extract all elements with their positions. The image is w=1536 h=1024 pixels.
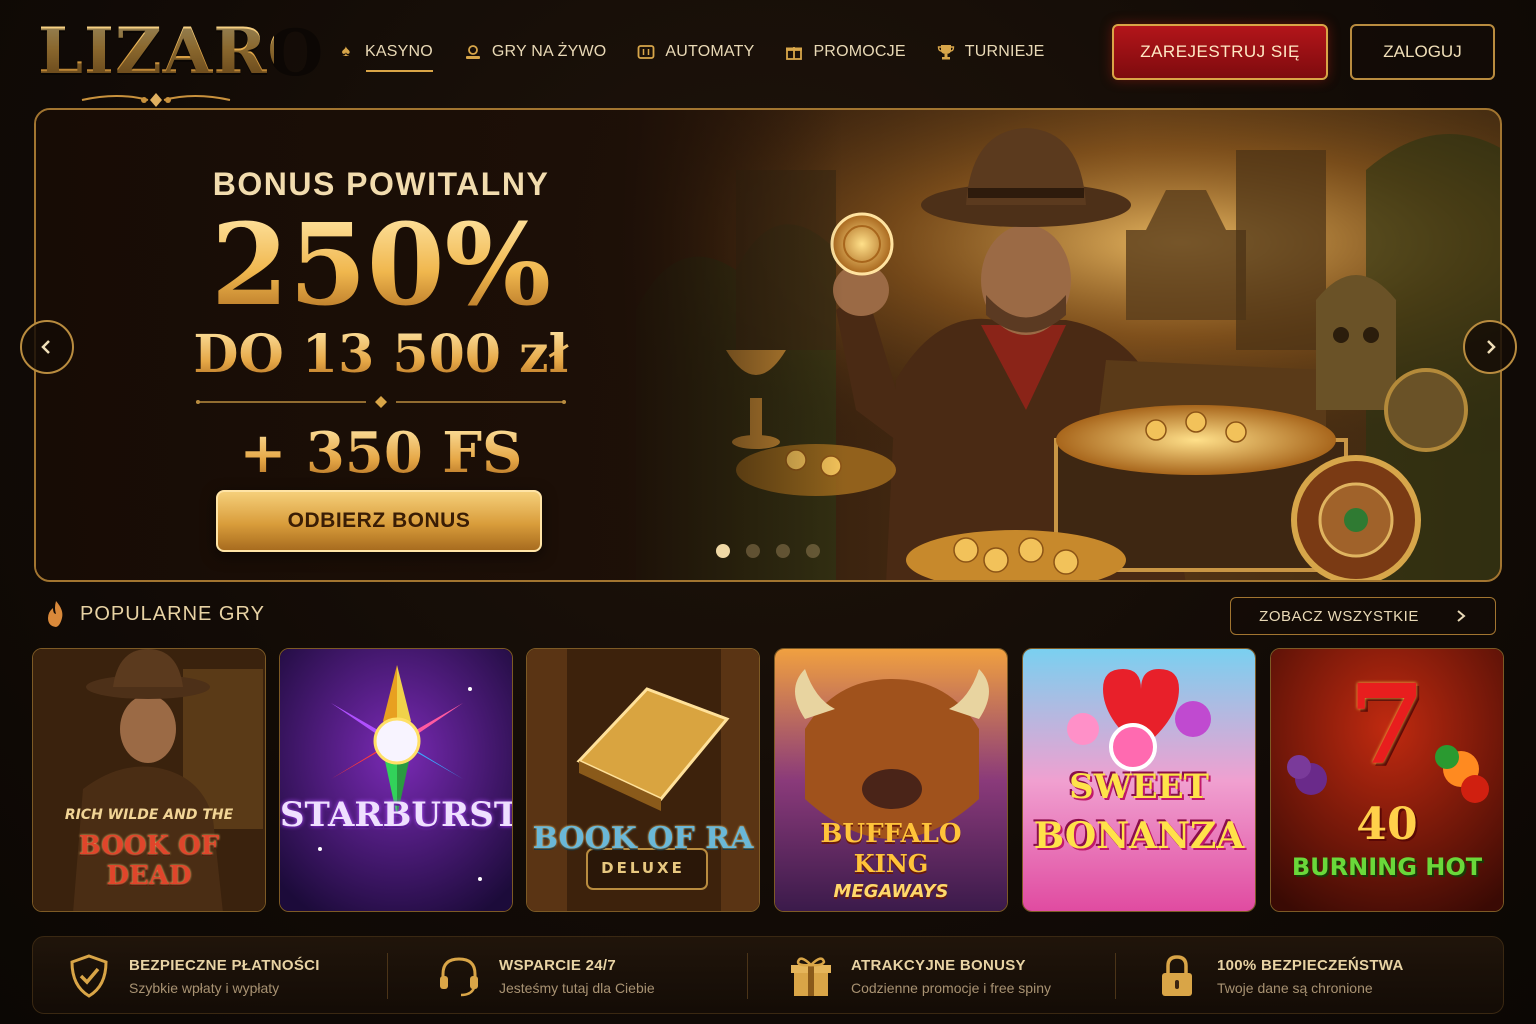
divider	[747, 953, 748, 999]
see-all-label: ZOBACZ WSZYSTKIE	[1259, 607, 1419, 625]
feature-support: WSPARCIE 24/7 Jesteśmy tutaj dla Ciebie	[437, 951, 655, 1001]
starburst-thumbnail	[280, 649, 512, 911]
feature-bonuses: ATRAKCYJNE BONUSY Codzienne promocje i f…	[789, 951, 1051, 1001]
bonus-percent: 250%	[186, 207, 576, 325]
nav-item-promocje[interactable]: PROMOCJE	[784, 36, 906, 68]
features-bar: BEZPIECZNE PŁATNOŚCI Szybkie wpłaty i wy…	[32, 936, 1504, 1014]
game-card-sweet-bonanza[interactable]: SWEET BONANZA	[1022, 648, 1256, 912]
carousel-dots	[716, 544, 820, 558]
game-title: KING	[853, 849, 929, 878]
game-card-buffalo-king[interactable]: BUFFALO KING MEGAWAYS	[774, 648, 1008, 912]
register-button[interactable]: ZAREJESTRUJ SIĘ	[1112, 24, 1328, 80]
see-all-games-button[interactable]: ZOBACZ WSZYSTKIE	[1230, 597, 1496, 635]
chevron-left-icon	[41, 340, 50, 354]
hero-banner: BONUS POWITALNY 250% DO 13 500 zł + 350 …	[34, 108, 1502, 582]
feature-secure-payments: BEZPIECZNE PŁATNOŚCI Szybkie wpłaty i wy…	[67, 951, 320, 1001]
game-subtitle: DELUXE	[601, 859, 685, 877]
carousel-dot[interactable]	[806, 544, 820, 558]
game-title: BOOK OF RA	[532, 821, 754, 856]
nav-label: GRY NA ŻYWO	[491, 43, 607, 60]
shield-check-icon	[67, 954, 111, 998]
bonus-title: BONUS POWITALNY	[212, 166, 550, 202]
logo-text: LIZARO	[38, 14, 325, 89]
feature-security: 100% BEZPIECZEŃSTWA Twoje dane są chroni…	[1155, 951, 1404, 1001]
feature-title: WSPARCIE 24/7	[499, 956, 616, 974]
game-subtitle: RICH WILDE AND THE	[64, 807, 234, 823]
live-dealer-icon	[463, 42, 483, 62]
game-title: SWEET	[1069, 767, 1209, 807]
feature-subtitle: Szybkie wpłaty i wypłaty	[129, 979, 280, 996]
carousel-dot[interactable]	[746, 544, 760, 558]
site-logo[interactable]: LIZARO	[38, 14, 325, 108]
logo-ornament-icon	[81, 93, 231, 107]
feature-subtitle: Twoje dane są chronione	[1217, 979, 1373, 996]
nav-label: AUTOMATY	[665, 43, 755, 60]
game-card-book-of-dead[interactable]: RICH WILDE AND THE BOOK OF DEAD	[32, 648, 266, 912]
divider	[1115, 953, 1116, 999]
divider	[387, 953, 388, 999]
nav-label: TURNIEJE	[964, 43, 1045, 60]
feature-title: BEZPIECZNE PŁATNOŚCI	[129, 956, 320, 974]
game-subtitle: BURNING HOT	[1291, 853, 1483, 881]
game-subtitle: MEGAWAYS	[833, 881, 949, 902]
feature-subtitle: Jesteśmy tutaj dla Ciebie	[499, 979, 655, 996]
feature-title: 100% BEZPIECZEŃSTWA	[1217, 956, 1404, 974]
spade-icon: ♠	[341, 43, 351, 60]
claim-bonus-button[interactable]: ODBIERZ BONUS	[216, 490, 542, 552]
flame-icon	[48, 601, 63, 627]
hero-bonus-text: BONUS POWITALNY 250% DO 13 500 zł + 350 …	[186, 166, 576, 484]
bonus-amount: DO 13 500 zł	[186, 325, 576, 385]
site-header: LIZARO ♠ KASYNO GRY NA ŻYWO AUTOMATY PRO…	[0, 0, 1536, 107]
nav-item-gry-na-zywo[interactable]: GRY NA ŻYWO	[463, 36, 607, 68]
gift-icon	[784, 42, 804, 62]
feature-title: ATRAKCYJNE BONUSY	[851, 956, 1026, 974]
nav-item-automaty[interactable]: AUTOMATY	[636, 36, 754, 68]
game-title: BONANZA	[1033, 815, 1245, 857]
feature-subtitle: Codzienne promocje i free spiny	[851, 979, 1051, 996]
game-card-starburst[interactable]: STARBURST	[279, 648, 513, 912]
game-title: BOOK OF DEAD	[78, 831, 220, 891]
nav-label: KASYNO	[365, 43, 433, 60]
login-button[interactable]: ZALOGUJ	[1350, 24, 1495, 80]
nav-item-turnieje[interactable]: TURNIEJE	[936, 36, 1045, 68]
headset-icon	[437, 954, 481, 998]
trophy-icon	[936, 42, 956, 62]
game-title: BUFFALO	[820, 819, 962, 849]
nav-item-kasyno[interactable]: ♠ KASYNO	[336, 36, 433, 72]
game-title: 40	[1356, 799, 1418, 850]
carousel-dot[interactable]	[776, 544, 790, 558]
game-card-40-burning-hot[interactable]: 7 40 BURNING HOT	[1270, 648, 1504, 912]
nav-label: PROMOCJE	[813, 43, 906, 60]
popular-games-header: POPULARNE GRY	[44, 600, 265, 628]
divider-ornament-icon	[196, 396, 566, 408]
section-title: POPULARNE GRY	[80, 602, 265, 625]
bonus-free-spins: + 350 FS	[186, 422, 576, 484]
slot-machine-icon	[636, 42, 656, 62]
carousel-dot[interactable]	[716, 544, 730, 558]
lock-icon	[1155, 954, 1199, 998]
carousel-prev-button[interactable]	[20, 320, 74, 374]
carousel-next-button[interactable]	[1463, 320, 1517, 374]
gift-icon	[789, 954, 833, 998]
chevron-right-icon	[1457, 610, 1466, 622]
chevron-right-icon	[1487, 340, 1496, 354]
game-title-seven: 7	[1348, 660, 1426, 789]
popular-games-grid: RICH WILDE AND THE BOOK OF DEAD STARBURS…	[32, 648, 1504, 912]
main-nav: ♠ KASYNO GRY NA ŻYWO AUTOMATY PROMOCJE T…	[336, 36, 1045, 72]
game-title: STARBURST	[280, 795, 513, 835]
game-card-book-of-ra[interactable]: BOOK OF RA DELUXE	[526, 648, 760, 912]
